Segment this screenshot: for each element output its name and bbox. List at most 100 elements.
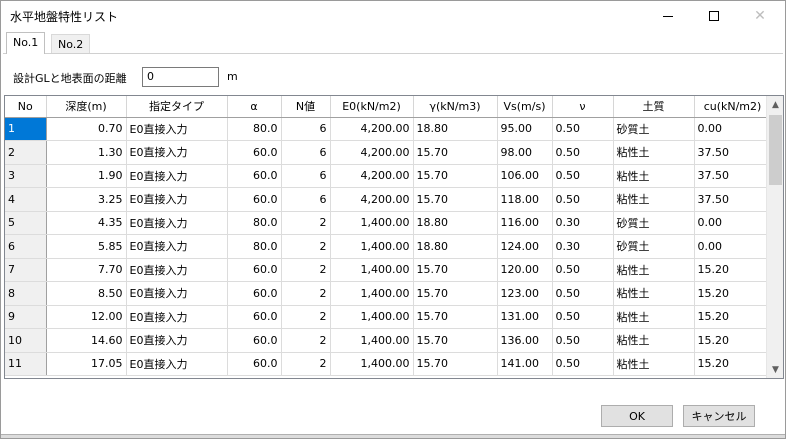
table-cell[interactable]: 116.00: [497, 211, 553, 235]
table-row[interactable]: 5 4.35 E0直接入力 80.0 2 1,400.00 18.80 116.00 0.30 砂…: [5, 211, 772, 235]
table-cell[interactable]: 2: [281, 211, 331, 235]
table-cell[interactable]: 0.00: [694, 211, 772, 235]
chevron-up-icon[interactable]: ▲: [767, 96, 783, 113]
row-header[interactable]: 4: [5, 187, 47, 212]
table-cell[interactable]: 2: [281, 234, 331, 259]
table-cell[interactable]: 106.00: [497, 164, 553, 188]
table-cell[interactable]: 98.00: [497, 140, 553, 165]
table-cell[interactable]: 141.00: [497, 352, 553, 376]
table-cell[interactable]: E0直接入力: [126, 164, 228, 188]
table-cell[interactable]: 1,400.00: [330, 305, 414, 329]
table-row[interactable]: 6 5.85 E0直接入力 80.0 2 1,400.00 18.80 124.00 0.30 砂…: [5, 234, 772, 259]
table-cell[interactable]: 0.50: [552, 352, 614, 376]
table-cell[interactable]: E0直接入力: [126, 281, 228, 306]
table-cell[interactable]: 15.20: [694, 305, 772, 329]
maximize-button[interactable]: [691, 1, 737, 31]
ok-button[interactable]: OK: [601, 405, 673, 427]
table-cell[interactable]: 37.50: [694, 187, 772, 212]
table-cell[interactable]: 15.70: [413, 352, 498, 376]
row-header[interactable]: 5: [5, 211, 47, 235]
row-header[interactable]: 7: [5, 258, 47, 282]
table-cell[interactable]: 95.00: [497, 117, 553, 141]
column-header[interactable]: 深度(m): [46, 96, 127, 118]
table-cell[interactable]: E0直接入力: [126, 234, 228, 259]
table-cell[interactable]: 124.00: [497, 234, 553, 259]
table-cell[interactable]: 80.0: [227, 211, 282, 235]
table-cell[interactable]: 0.00: [694, 117, 772, 141]
table-cell[interactable]: 15.70: [413, 281, 498, 306]
table-cell[interactable]: E0直接入力: [126, 258, 228, 282]
table-cell[interactable]: 37.50: [694, 164, 772, 188]
table-cell[interactable]: 136.00: [497, 328, 553, 353]
table-cell[interactable]: 0.50: [552, 258, 614, 282]
row-header[interactable]: 8: [5, 281, 47, 306]
table-cell[interactable]: 0.50: [552, 305, 614, 329]
table-cell[interactable]: E0直接入力: [126, 187, 228, 212]
column-header[interactable]: Vs(m/s): [497, 96, 553, 118]
table-cell[interactable]: 1.30: [46, 140, 127, 165]
table-cell[interactable]: 0.50: [552, 187, 614, 212]
table-cell[interactable]: 2: [281, 305, 331, 329]
table-cell[interactable]: 60.0: [227, 352, 282, 376]
table-cell[interactable]: 2: [281, 352, 331, 376]
table-row[interactable]: 8 8.50 E0直接入力 60.0 2 1,400.00 15.70 123.00 0.50 粘…: [5, 281, 772, 306]
table-cell[interactable]: 粘性土: [613, 140, 695, 165]
chevron-down-icon[interactable]: ▼: [767, 361, 783, 378]
table-cell[interactable]: 1,400.00: [330, 234, 414, 259]
row-header[interactable]: 9: [5, 305, 47, 329]
table-cell[interactable]: 12.00: [46, 305, 127, 329]
column-header[interactable]: ν: [552, 96, 614, 118]
table-cell[interactable]: 15.70: [413, 187, 498, 212]
row-header[interactable]: 3: [5, 164, 47, 188]
close-button[interactable]: ✕: [737, 1, 783, 31]
table-cell[interactable]: E0直接入力: [126, 352, 228, 376]
table-cell[interactable]: 1,400.00: [330, 211, 414, 235]
row-header[interactable]: 6: [5, 234, 47, 259]
table-cell[interactable]: 0.50: [552, 164, 614, 188]
table-cell[interactable]: 4,200.00: [330, 164, 414, 188]
column-header[interactable]: 指定タイプ: [126, 96, 228, 118]
table-cell[interactable]: 1,400.00: [330, 258, 414, 282]
table-cell[interactable]: 0.50: [552, 328, 614, 353]
table-cell[interactable]: E0直接入力: [126, 211, 228, 235]
table-cell[interactable]: 3.25: [46, 187, 127, 212]
column-header[interactable]: α: [227, 96, 282, 118]
scrollbar-thumb[interactable]: [769, 115, 782, 185]
column-header[interactable]: cu(kN/m2): [694, 96, 772, 118]
table-cell[interactable]: 4,200.00: [330, 187, 414, 212]
table-cell[interactable]: 1,400.00: [330, 281, 414, 306]
table-cell[interactable]: 60.0: [227, 328, 282, 353]
table-cell[interactable]: 15.20: [694, 258, 772, 282]
table-cell[interactable]: 砂質土: [613, 234, 695, 259]
row-header[interactable]: 1: [5, 117, 47, 141]
table-cell[interactable]: 15.70: [413, 164, 498, 188]
table-cell[interactable]: 80.0: [227, 234, 282, 259]
table-cell[interactable]: 7.70: [46, 258, 127, 282]
table-cell[interactable]: 60.0: [227, 305, 282, 329]
row-header[interactable]: 2: [5, 140, 47, 165]
table-cell[interactable]: 粘性土: [613, 305, 695, 329]
table-cell[interactable]: 4,200.00: [330, 117, 414, 141]
table-row[interactable]: 10 14.60 E0直接入力 60.0 2 1,400.00 15.70 136.00 0.5…: [5, 328, 772, 353]
table-cell[interactable]: 120.00: [497, 258, 553, 282]
table-cell[interactable]: 60.0: [227, 258, 282, 282]
table-cell[interactable]: 粘性土: [613, 281, 695, 306]
table-row[interactable]: 4 3.25 E0直接入力 60.0 6 4,200.00 15.70 118.00 0.50 粘…: [5, 187, 772, 212]
table-cell[interactable]: 18.80: [413, 117, 498, 141]
table-cell[interactable]: 4,200.00: [330, 140, 414, 165]
table-row[interactable]: 11 17.05 E0直接入力 60.0 2 1,400.00 15.70 141.00 0.5…: [5, 352, 772, 376]
column-header[interactable]: E0(kN/m2): [330, 96, 414, 118]
table-cell[interactable]: E0直接入力: [126, 117, 228, 141]
table-cell[interactable]: 17.05: [46, 352, 127, 376]
table-row[interactable]: 1 0.70 E0直接入力 80.0 6 4,200.00 18.80 95.00 0.50 砂質…: [5, 117, 772, 141]
minimize-button[interactable]: [645, 1, 691, 31]
table-cell[interactable]: 6: [281, 164, 331, 188]
table-cell[interactable]: 80.0: [227, 117, 282, 141]
table-cell[interactable]: 15.70: [413, 258, 498, 282]
table-cell[interactable]: 15.70: [413, 328, 498, 353]
table-cell[interactable]: 8.50: [46, 281, 127, 306]
table-cell[interactable]: 6: [281, 187, 331, 212]
table-cell[interactable]: 15.70: [413, 140, 498, 165]
table-cell[interactable]: 1,400.00: [330, 352, 414, 376]
table-row[interactable]: 3 1.90 E0直接入力 60.0 6 4,200.00 15.70 106.00 0.50 粘…: [5, 164, 772, 188]
